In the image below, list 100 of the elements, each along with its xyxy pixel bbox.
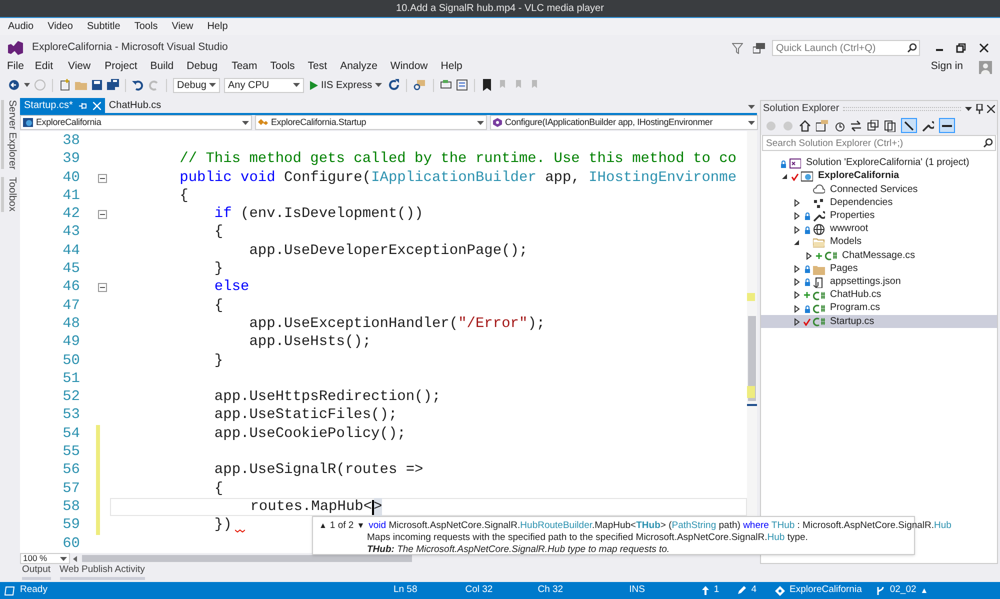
properties-icon[interactable] — [922, 120, 934, 132]
dropdown-arrow-icon[interactable] — [60, 556, 67, 560]
platform-dropdown[interactable]: Any CPU — [224, 78, 304, 92]
menu-item[interactable]: Tools — [134, 19, 158, 34]
tab-list-dropdown-icon[interactable] — [748, 105, 755, 109]
bookmark-icon[interactable] — [481, 79, 494, 91]
navigation-dropdown[interactable]: ExploreCalifornia.Startup — [255, 115, 487, 130]
menu-item[interactable]: View — [172, 19, 194, 34]
tree-item[interactable]: appsettings.json — [761, 276, 997, 289]
expand-arrow-icon[interactable] — [805, 252, 812, 260]
sync-icon[interactable] — [850, 120, 862, 132]
expand-arrow-icon[interactable] — [793, 278, 800, 286]
status-item[interactable]: 02_02 — [890, 583, 916, 598]
menu-item[interactable]: Tools — [270, 59, 295, 75]
back-icon[interactable] — [8, 79, 20, 91]
home-icon[interactable] — [799, 120, 811, 132]
tree-item[interactable]: Solution 'ExploreCalifornia' (1 project) — [761, 157, 997, 170]
tree-item[interactable]: Dependencies — [761, 196, 997, 210]
menu-item[interactable]: Window — [390, 59, 428, 75]
tree-item[interactable]: ExploreCalifornia — [761, 170, 997, 184]
expand-arrow-icon[interactable] — [793, 304, 800, 313]
up-arrow-icon[interactable] — [702, 586, 709, 596]
collapse-icon[interactable] — [98, 210, 107, 220]
find-icon[interactable] — [413, 79, 428, 91]
dropdown-arrow-icon[interactable] — [965, 106, 972, 110]
filter-icon[interactable] — [732, 42, 743, 54]
status-item[interactable]: ExploreCalifornia — [790, 583, 862, 598]
zoom-dropdown[interactable]: 100 % — [20, 553, 70, 564]
tree-item[interactable]: Connected Services — [761, 183, 997, 197]
comment-icon[interactable] — [440, 79, 452, 91]
menu-item[interactable]: Debug — [186, 59, 218, 75]
menu-item[interactable]: Team — [232, 59, 258, 75]
dropdown-arrow-icon[interactable] — [477, 120, 484, 124]
tree-item[interactable]: ChatHub.cs — [761, 288, 997, 302]
feedback-icon[interactable] — [753, 42, 765, 54]
undo-icon[interactable] — [132, 79, 144, 91]
menu-item[interactable]: File — [7, 59, 24, 75]
menu-item[interactable]: Build — [150, 59, 174, 75]
collapse-all-icon[interactable] — [867, 120, 879, 132]
quick-launch-field[interactable]: Quick Launch (Ctrl+Q) — [772, 40, 920, 56]
tree-item[interactable]: Properties — [761, 210, 997, 223]
dropdown-arrow-icon[interactable] — [24, 83, 30, 87]
refresh-icon[interactable] — [388, 79, 400, 91]
menu-item[interactable]: Subtitle — [86, 19, 120, 34]
navigation-dropdown[interactable]: Configure(IApplicationBuilder app, IHostingEnvironmer — [490, 115, 758, 130]
menu-item[interactable]: Test — [308, 59, 328, 75]
menu-item[interactable]: Analyze — [340, 59, 378, 75]
status-item[interactable]: 1 — [714, 583, 720, 598]
save-all-icon[interactable] — [107, 79, 119, 91]
collapse-arrow-icon[interactable] — [793, 238, 800, 247]
navigation-dropdown[interactable]: ExploreCalifornia — [20, 115, 252, 130]
pending-changes-icon[interactable] — [833, 120, 845, 132]
switch-views-icon[interactable] — [816, 120, 828, 132]
next-overload-button[interactable]: ▼ — [356, 520, 365, 532]
menu-item[interactable]: Project — [104, 59, 138, 75]
scroll-left-icon[interactable] — [72, 556, 80, 562]
editor-tab[interactable]: ChatHub.cs — [104, 98, 166, 113]
dropdown-arrow-icon[interactable] — [375, 83, 382, 87]
sign-in-link[interactable]: Sign in — [930, 59, 963, 75]
show-all-files-icon[interactable] — [884, 120, 896, 132]
close-icon[interactable] — [987, 104, 995, 112]
new-project-icon[interactable] — [59, 79, 71, 91]
save-icon[interactable] — [91, 79, 103, 91]
uncomment-icon[interactable] — [456, 79, 468, 91]
pin-icon[interactable] — [976, 104, 983, 114]
menu-item[interactable]: Edit — [34, 59, 54, 75]
tree-item[interactable]: Pages — [761, 262, 997, 276]
menu-item[interactable]: Audio — [8, 19, 34, 34]
dropdown-arrow-icon[interactable] — [242, 120, 249, 124]
scrollbar-thumb[interactable] — [82, 555, 412, 562]
editor-tab[interactable]: Startup.cs* — [20, 98, 105, 113]
status-item[interactable]: 4 — [751, 583, 757, 598]
expand-arrow-icon[interactable] — [793, 212, 800, 220]
dropdown-arrow-icon[interactable] — [293, 83, 300, 87]
tree-item[interactable]: Models — [761, 236, 997, 250]
tree-item[interactable]: Program.cs — [761, 302, 997, 316]
tree-item[interactable]: wwwroot — [761, 222, 997, 236]
menu-item[interactable]: Video — [48, 19, 73, 34]
collapse-icon[interactable] — [98, 283, 107, 292]
menu-item[interactable]: Help — [207, 19, 228, 34]
expand-arrow-icon[interactable] — [793, 226, 800, 234]
expand-arrow-icon[interactable] — [793, 318, 800, 326]
tree-item[interactable]: Startup.cs — [761, 315, 997, 328]
pencil-icon[interactable] — [737, 586, 746, 596]
branch-icon[interactable] — [876, 586, 885, 596]
collapse-arrow-icon[interactable] — [781, 172, 788, 181]
menu-item[interactable]: Help — [440, 59, 462, 75]
preview-button[interactable] — [939, 118, 955, 133]
repository-icon[interactable] — [774, 586, 785, 596]
expand-arrow-icon[interactable] — [793, 265, 800, 274]
expand-arrow-icon[interactable] — [793, 199, 800, 208]
tree-item[interactable]: ChatMessage.cs — [761, 249, 997, 262]
previous-overload-button[interactable]: ▲ — [319, 520, 327, 532]
configuration-dropdown[interactable]: Debug — [173, 78, 220, 92]
collapse-icon[interactable] — [98, 174, 107, 183]
search-field[interactable]: Search Solution Explorer (Ctrl+;) — [762, 135, 996, 151]
dropdown-arrow-icon[interactable] — [209, 83, 216, 87]
dropdown-arrow-icon[interactable] — [748, 120, 755, 124]
expand-arrow-icon[interactable] — [793, 291, 800, 300]
run-button[interactable]: IIS Express — [308, 78, 384, 92]
